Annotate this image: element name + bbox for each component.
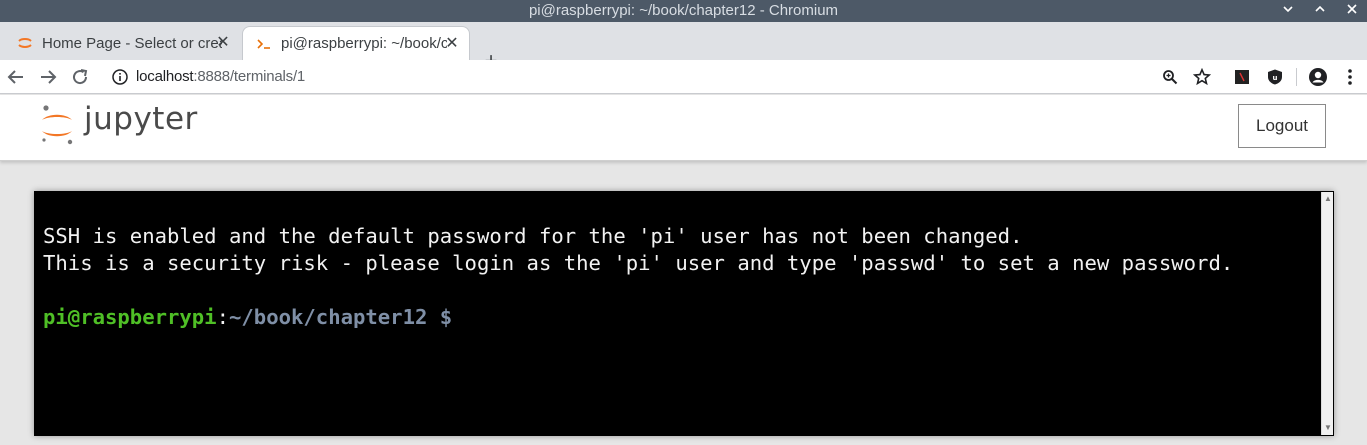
jupyter-logo-icon[interactable] <box>38 103 78 147</box>
forward-button[interactable] <box>36 65 60 89</box>
bookmark-star-icon[interactable] <box>1192 67 1212 87</box>
jupyter-header: jupyter Logout <box>0 95 1367 161</box>
url-text[interactable]: localhost:8888/terminals/1 <box>136 68 305 85</box>
address-bar[interactable]: localhost:8888/terminals/1 <box>100 63 1224 91</box>
back-button[interactable] <box>4 65 28 89</box>
reload-icon <box>73 69 88 85</box>
terminal-prompt: pi@raspberrypi:~/book/chapter12 $ <box>43 305 452 329</box>
arrow-left-icon <box>7 70 23 84</box>
logout-button[interactable]: Logout <box>1238 104 1326 148</box>
extension-icon[interactable] <box>1232 67 1252 87</box>
scroll-up-arrow-icon[interactable]: ▲ <box>1324 195 1332 203</box>
terminal-line: SSH is enabled and the default password … <box>43 224 1023 248</box>
maximize-icon[interactable] <box>1313 0 1327 22</box>
browser-toolbar: localhost:8888/terminals/1 u <box>0 60 1367 94</box>
scroll-down-arrow-icon[interactable]: ▼ <box>1324 424 1332 432</box>
window-title-bar: pi@raspberrypi: ~/book/chapter12 - Chrom… <box>0 0 1367 22</box>
prompt-path: ~/book/chapter12 $ <box>229 305 453 329</box>
url-host: localhost <box>136 68 194 85</box>
close-window-icon[interactable] <box>1345 0 1359 22</box>
terminal-scrollbar[interactable]: ▲ ▼ <box>1321 192 1333 435</box>
prompt-user: pi@raspberrypi <box>43 305 217 329</box>
tab-terminal[interactable]: pi@raspberrypi: ~/book/chapter12 ✕ <box>242 26 470 60</box>
jupyter-favicon-icon <box>16 34 34 52</box>
close-tab-icon[interactable]: ✕ <box>214 34 232 52</box>
ublock-shield-icon[interactable]: u <box>1265 67 1285 87</box>
tab-title: Home Page - Select or create a notebook <box>42 34 222 52</box>
tab-home-page[interactable]: Home Page - Select or create a notebook … <box>4 26 240 60</box>
terminal-favicon-icon <box>255 35 273 53</box>
minimize-icon[interactable] <box>1281 0 1295 22</box>
url-path: :8888/terminals/1 <box>193 68 306 85</box>
terminal[interactable]: SSH is enabled and the default password … <box>34 191 1334 436</box>
arrow-right-icon <box>41 70 57 84</box>
close-tab-icon[interactable]: ✕ <box>443 35 461 53</box>
menu-kebab-icon[interactable] <box>1340 67 1360 87</box>
terminal-line: This is a security risk - please login a… <box>43 251 1234 275</box>
tab-strip: Home Page - Select or create a notebook … <box>0 22 1367 72</box>
reload-button[interactable] <box>68 65 92 89</box>
zoom-icon[interactable] <box>1160 67 1180 87</box>
jupyter-brand-text[interactable]: jupyter <box>84 101 198 137</box>
tab-title: pi@raspberrypi: ~/book/chapter12 <box>281 35 447 52</box>
profile-avatar-icon[interactable] <box>1308 67 1328 87</box>
toolbar-divider <box>1296 68 1297 86</box>
svg-text:u: u <box>1273 74 1278 82</box>
window-title: pi@raspberrypi: ~/book/chapter12 - Chrom… <box>528 2 839 19</box>
info-icon[interactable] <box>112 69 128 85</box>
prompt-separator: : <box>216 305 229 329</box>
